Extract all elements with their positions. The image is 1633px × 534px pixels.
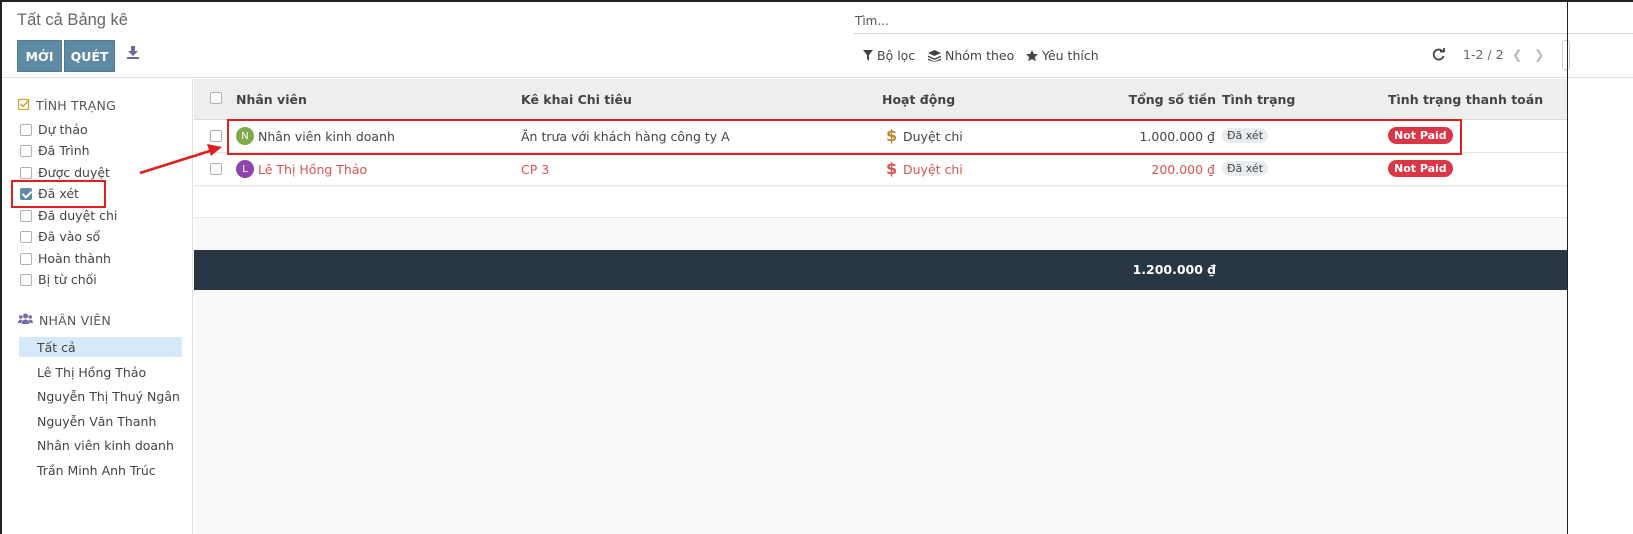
checkbox[interactable] <box>20 123 32 136</box>
expense-cell: CP 3 <box>521 162 550 177</box>
checkbox[interactable] <box>20 273 32 286</box>
employee-item[interactable]: Nguyễn Thị Thuý Ngân <box>37 389 180 404</box>
control-panel: Tất cả Bảng kê MỚI QUÉT Bộ lọc Nhóm theo… <box>2 2 1633 78</box>
row-checkbox[interactable] <box>210 163 222 175</box>
checkbox[interactable] <box>20 230 32 243</box>
filter-button[interactable]: Bộ lọc <box>863 48 915 63</box>
status-option-refused[interactable]: Bị từ chối <box>20 272 97 287</box>
group-by-button[interactable]: Nhóm theo <box>928 48 1014 63</box>
download-icon[interactable] <box>127 46 141 62</box>
table-footer: 1.200.000 ₫ <box>194 250 1568 290</box>
column-header-employee[interactable]: Nhân viên <box>236 92 307 107</box>
total-amount: 1.200.000 ₫ <box>1132 262 1216 277</box>
search-bar[interactable] <box>853 8 1633 34</box>
search-input[interactable] <box>853 8 1633 33</box>
checkbox[interactable] <box>20 252 32 265</box>
prev-page-icon[interactable]: ❮ <box>1512 47 1522 62</box>
scrollbar[interactable] <box>1562 40 1570 70</box>
status-option-submitted[interactable]: Đã Trình <box>20 143 90 158</box>
status-badge: Đã xét <box>1222 161 1269 176</box>
window-edge <box>1567 0 1568 534</box>
column-header-amount[interactable]: Tổng số tiền <box>1129 92 1216 107</box>
employee-item-all[interactable]: Tất cả <box>37 340 76 355</box>
checkbox[interactable] <box>20 144 32 157</box>
next-page-icon[interactable]: ❯ <box>1534 47 1544 62</box>
status-section-heading: TÌNH TRẠNG <box>17 98 116 113</box>
status-option-draft[interactable]: Dự thảo <box>20 122 88 137</box>
favorites-button[interactable]: Yêu thích <box>1026 48 1099 63</box>
amount-cell: 200.000 ₫ <box>1151 162 1215 177</box>
column-header-status[interactable]: Tình trạng <box>1222 92 1295 107</box>
status-option-payment-approved[interactable]: Đã duyệt chi <box>20 208 117 223</box>
filter-label: Bộ lọc <box>877 48 916 63</box>
favorites-label: Yêu thích <box>1042 48 1099 63</box>
refresh-icon[interactable] <box>1432 47 1445 64</box>
page-title: Tất cả Bảng kê <box>17 11 128 29</box>
dollar-icon[interactable]: $ <box>886 159 897 178</box>
filter-icon <box>863 50 873 61</box>
highlight-box-status <box>11 180 106 208</box>
new-button[interactable]: MỚI <box>17 40 62 72</box>
status-option-approved[interactable]: Được duyệt <box>20 165 110 180</box>
outside-area <box>1568 79 1633 534</box>
star-icon <box>1026 49 1038 62</box>
employee-item[interactable]: Trần Minh Anh Trúc <box>37 463 156 478</box>
employee-item[interactable]: Nguyễn Văn Thanh <box>37 414 156 429</box>
activity-cell: Duyệt chi <box>903 162 963 177</box>
column-header-activity[interactable]: Hoạt động <box>882 92 955 107</box>
employee-item[interactable]: Lê Thị Hồng Thảo <box>37 365 146 380</box>
employee-item[interactable]: Nhân viên kinh doanh <box>37 438 174 453</box>
scan-button[interactable]: QUÉT <box>64 40 115 72</box>
users-icon <box>18 313 33 328</box>
column-header-payment-status[interactable]: Tình trạng thanh toán <box>1388 92 1543 107</box>
empty-row <box>194 187 1568 218</box>
row-checkbox[interactable] <box>210 130 222 142</box>
checkbox[interactable] <box>20 209 32 222</box>
check-square-icon <box>17 98 30 113</box>
highlight-box-row <box>227 119 1462 155</box>
table-row[interactable]: L Lê Thị Hồng Thảo CP 3 $ Duyệt chi 200.… <box>194 153 1568 186</box>
pager-value[interactable]: 1-2 / 2 <box>1463 47 1504 62</box>
employee-cell: Lê Thị Hồng Thảo <box>258 162 368 177</box>
layers-icon <box>928 49 941 62</box>
search-panel: TÌNH TRẠNG Dự thảo Đã Trình Được duyệt Đ… <box>2 79 193 534</box>
table-header: Nhân viên Kê khai Chi tiêu Hoạt động Tổn… <box>194 79 1568 120</box>
status-option-posted[interactable]: Đã vào sổ <box>20 229 100 244</box>
status-option-done[interactable]: Hoàn thành <box>20 251 111 266</box>
employee-section-heading: NHÂN VIÊN <box>18 313 111 328</box>
select-all-checkbox[interactable] <box>210 92 222 104</box>
column-header-expense[interactable]: Kê khai Chi tiêu <box>521 92 632 107</box>
group-by-label: Nhóm theo <box>945 48 1015 63</box>
payment-status-badge: Not Paid <box>1388 160 1453 177</box>
checkbox[interactable] <box>20 166 32 179</box>
avatar: L <box>236 160 254 178</box>
